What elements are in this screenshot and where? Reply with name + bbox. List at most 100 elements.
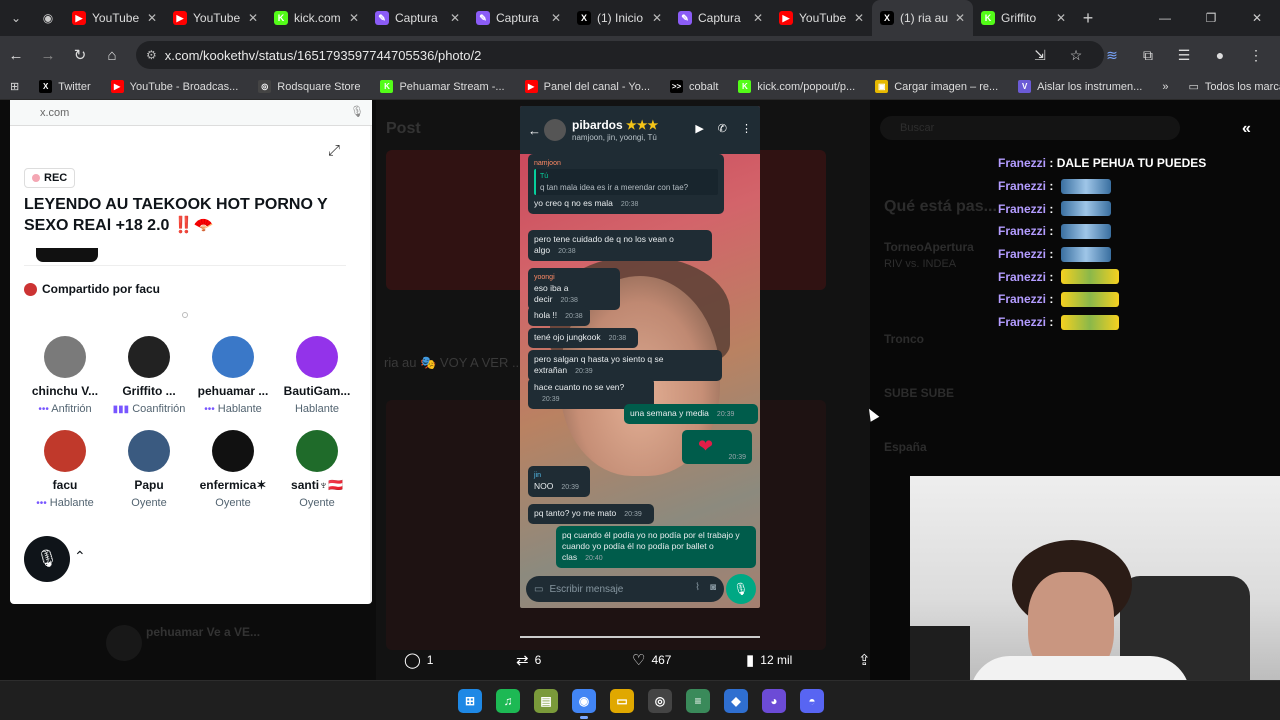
participant[interactable]: pehuamar ... ••• Hablante bbox=[190, 336, 276, 415]
tab-0[interactable]: ▶ YouTube ✕ bbox=[64, 0, 165, 36]
participant[interactable]: BautiGam... Hablante bbox=[274, 336, 360, 415]
tab-1[interactable]: ▶ YouTube ✕ bbox=[165, 0, 266, 36]
spotify-icon[interactable]: ♫ bbox=[496, 689, 520, 713]
address-bar[interactable]: ⚙ x.com/kookethv/status/1651793597744705… bbox=[136, 41, 1104, 69]
post-photo[interactable]: ← pibardos ★★★ namjoon, jin, yoongi, Tú … bbox=[520, 106, 760, 608]
tab-close-icon[interactable]: ✕ bbox=[450, 11, 460, 25]
participant[interactable]: Griffito ... ▮▮▮ Coanfitrión bbox=[106, 336, 192, 415]
participant[interactable]: enfermica✶ Oyente bbox=[190, 430, 276, 509]
tab-7[interactable]: ▶ YouTube ✕ bbox=[771, 0, 872, 36]
views-button[interactable]: ▮ 12 mil bbox=[746, 651, 792, 669]
wa-quote-sender: Tú bbox=[540, 173, 549, 180]
menu-icon[interactable]: ⋮ bbox=[1240, 39, 1272, 71]
tab-favicon-icon: ✎ bbox=[678, 11, 692, 25]
tab-2[interactable]: Kkick.com ✕ bbox=[266, 0, 367, 36]
bookmark-item[interactable]: K Pehuamar Stream -... bbox=[370, 80, 514, 93]
app-stack-icon[interactable]: ≡ bbox=[686, 689, 710, 713]
app-green-icon[interactable]: ▤ bbox=[534, 689, 558, 713]
file-explorer-icon[interactable]: ▭ bbox=[610, 689, 634, 713]
apps-grid-icon[interactable]: ⊞ bbox=[0, 80, 29, 93]
bookmark-item[interactable]: V Aislar los instrumen... bbox=[1008, 80, 1152, 93]
chat-line: Franezzi : bbox=[998, 243, 1228, 266]
shared-by-label: Compartido por facu bbox=[42, 282, 161, 296]
heart-outline-icon: ♡ bbox=[632, 652, 646, 669]
windows-start-icon[interactable]: ⊞ bbox=[458, 689, 482, 713]
tab-close-icon[interactable]: ✕ bbox=[652, 11, 662, 25]
tab-3[interactable]: ✎ Captura ✕ bbox=[367, 0, 468, 36]
collapse-icon[interactable]: « bbox=[1242, 120, 1251, 138]
participant[interactable]: facu ••• Hablante bbox=[22, 430, 108, 509]
participant-role-label: Hablante bbox=[217, 403, 262, 415]
tab-9[interactable]: K Griffito ✕ bbox=[973, 0, 1074, 36]
participant[interactable]: Papu Oyente bbox=[106, 430, 192, 509]
chrome-icon[interactable]: ◉ bbox=[572, 689, 596, 719]
back-icon[interactable]: ← bbox=[0, 39, 32, 71]
speaking-icon: ••• bbox=[204, 404, 215, 415]
tab-close-icon[interactable]: ✕ bbox=[551, 11, 561, 25]
reply-button[interactable]: ◯ 1 bbox=[404, 651, 433, 669]
tab-close-icon[interactable]: ✕ bbox=[854, 11, 864, 25]
bookmark-list: X Twitter ▶ YouTube - Broadcas... ◎ Rodsquare… bbox=[29, 80, 1152, 93]
site-info-icon[interactable]: ⚙ bbox=[146, 48, 157, 62]
participant[interactable]: santi♆🇦🇹 Oyente bbox=[274, 430, 360, 509]
discord-icon[interactable]: ◓ bbox=[800, 689, 824, 713]
popup-mic-icon[interactable]: 🎙 bbox=[350, 105, 364, 118]
new-tab-button[interactable]: + bbox=[1074, 8, 1102, 29]
all-bookmarks-folder[interactable]: ▭ Todos los marcadores bbox=[1178, 80, 1280, 94]
install-app-icon[interactable]: ⇲ bbox=[1024, 39, 1056, 71]
speaking-icon: ▮▮▮ bbox=[112, 404, 130, 415]
app-chat-icon[interactable]: ◕ bbox=[762, 689, 786, 713]
expand-icon[interactable]: ⤢ bbox=[328, 142, 340, 159]
more-bookmarks-icon[interactable]: » bbox=[1152, 81, 1178, 93]
tab-close-icon[interactable]: ✕ bbox=[147, 11, 157, 25]
chevron-up-icon[interactable]: ⌃ bbox=[74, 548, 86, 565]
repost-button[interactable]: ⇄ 6 bbox=[516, 651, 541, 669]
share-button[interactable]: ⇪ bbox=[858, 651, 871, 669]
tab-search-icon[interactable]: ⌄ bbox=[0, 0, 32, 36]
bookmark-star-icon[interactable]: ☆ bbox=[1060, 39, 1092, 71]
extensions-icon[interactable]: ⧉ bbox=[1132, 39, 1164, 71]
wa-message-text: pero salgan q hasta yo siento q se extra… bbox=[534, 354, 664, 375]
obs-icon[interactable]: ◎ bbox=[648, 689, 672, 713]
tab-6[interactable]: ✎ Captura ✕ bbox=[670, 0, 771, 36]
bookmark-item[interactable]: ▣ Cargar imagen – re... bbox=[865, 80, 1008, 93]
reload-icon[interactable]: ↻ bbox=[64, 39, 96, 71]
bookmark-item[interactable]: ◎ Rodsquare Store bbox=[248, 80, 370, 93]
tab-close-icon[interactable]: ✕ bbox=[753, 11, 763, 25]
tab-5[interactable]: X (1) Inicio ✕ bbox=[569, 0, 670, 36]
tab-close-icon[interactable]: ✕ bbox=[1056, 11, 1066, 25]
bookmark-item[interactable]: X Twitter bbox=[29, 80, 100, 93]
chat-username: Franezzi bbox=[998, 269, 1047, 284]
audio-icon[interactable]: ≋ bbox=[1096, 39, 1128, 71]
record-icon[interactable]: ◉ bbox=[32, 0, 64, 36]
tab-8[interactable]: X (1) ria au ✕ bbox=[872, 0, 973, 36]
minimize-icon[interactable]: — bbox=[1142, 0, 1188, 36]
forward-icon[interactable]: → bbox=[32, 39, 64, 71]
participant-avatar bbox=[212, 336, 254, 378]
participant[interactable]: chinchu V... ••• Anfitrión bbox=[22, 336, 108, 415]
tab-title: Griffito bbox=[1001, 11, 1037, 25]
participant-avatar bbox=[296, 336, 338, 378]
app-diamond-icon[interactable]: ◆ bbox=[724, 689, 748, 713]
home-icon[interactable]: ⌂ bbox=[96, 39, 128, 71]
participant-role: ▮▮▮ Coanfitrión bbox=[106, 403, 192, 415]
tab-close-icon[interactable]: ✕ bbox=[248, 11, 258, 25]
reaction-pill[interactable] bbox=[36, 248, 98, 262]
profile-avatar[interactable]: ● bbox=[1204, 39, 1236, 71]
reading-list-icon[interactable]: ☰ bbox=[1168, 39, 1200, 71]
wa-message-time: 20:39 bbox=[561, 484, 579, 491]
tab-close-icon[interactable]: ✕ bbox=[955, 11, 965, 25]
popup-scrollbar[interactable] bbox=[370, 126, 372, 604]
close-window-icon[interactable]: ✕ bbox=[1234, 0, 1280, 36]
wa-message-time: 20:39 bbox=[624, 511, 642, 518]
tab-close-icon[interactable]: ✕ bbox=[349, 11, 359, 25]
wa-message-text: tené ojo jungkook bbox=[534, 332, 601, 342]
bookmark-item[interactable]: ▶ Panel del canal - Yo... bbox=[515, 80, 660, 93]
like-button[interactable]: ♡ 467 bbox=[632, 651, 671, 669]
microphone-button[interactable]: 🎙 bbox=[24, 536, 70, 582]
bookmark-item[interactable]: ▶ YouTube - Broadcas... bbox=[101, 80, 249, 93]
tab-4[interactable]: ✎ Captura ✕ bbox=[468, 0, 569, 36]
restore-icon[interactable]: ❐ bbox=[1188, 0, 1234, 36]
bookmark-item[interactable]: >> cobalt bbox=[660, 80, 728, 93]
bookmark-item[interactable]: Kkick.com/popout/p... bbox=[728, 80, 865, 93]
